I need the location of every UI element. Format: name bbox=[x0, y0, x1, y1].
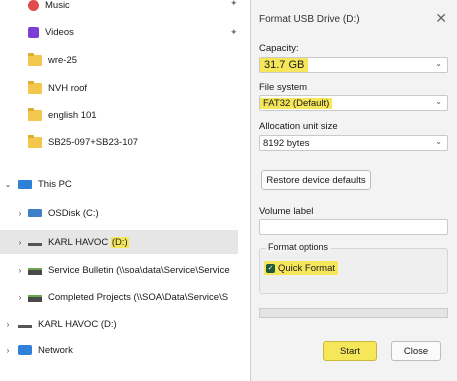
network-drive-icon bbox=[28, 268, 42, 275]
network-icon bbox=[18, 345, 32, 355]
nav-item-label: Music bbox=[45, 0, 70, 11]
explorer-navigation-pane: Music ✦ Videos ✦ wre-25 NVH roof english… bbox=[0, 0, 250, 381]
allocation-unit-select[interactable]: 8192 bytes ⌄ bbox=[259, 135, 448, 151]
capacity-value: 31.7 GB bbox=[260, 58, 309, 72]
close-icon[interactable]: ✕ bbox=[435, 10, 447, 27]
network-drive-icon bbox=[28, 295, 42, 302]
close-button[interactable]: Close bbox=[391, 341, 441, 361]
video-folder-icon bbox=[28, 26, 39, 38]
nav-item-osdisk[interactable]: › OSDisk (C:) bbox=[0, 202, 238, 224]
checkbox-checked-icon: ✓ bbox=[266, 263, 275, 273]
windows-drive-icon bbox=[28, 209, 42, 217]
nav-item-wre-25[interactable]: wre-25 bbox=[0, 49, 238, 71]
chevron-right-icon[interactable]: › bbox=[14, 209, 26, 218]
filesystem-value: FAT32 (Default) bbox=[260, 97, 333, 109]
nav-item-network[interactable]: › Network bbox=[0, 339, 238, 361]
nav-item-music[interactable]: Music ✦ bbox=[0, 0, 238, 16]
format-progress-bar bbox=[259, 308, 448, 318]
quick-format-checkbox[interactable]: ✓ Quick Format bbox=[264, 261, 339, 275]
nav-item-karl-havoc-selected[interactable]: › KARL HAVOC (D:) bbox=[0, 230, 238, 254]
filesystem-label: File system bbox=[259, 82, 308, 93]
nav-item-label: english 101 bbox=[48, 109, 97, 121]
nav-item-completed-projects[interactable]: › Completed Projects (\\SOA\Data\Service… bbox=[0, 286, 238, 308]
format-options-group: Format options ✓ Quick Format bbox=[259, 242, 448, 294]
nav-item-label: Service Bulletin (\\soa\data\Service\Ser… bbox=[48, 264, 230, 276]
nav-item-label: This PC bbox=[38, 178, 72, 190]
nav-item-english-101[interactable]: english 101 bbox=[0, 104, 238, 126]
music-icon bbox=[28, 0, 39, 11]
nav-item-label: NVH roof bbox=[48, 82, 88, 94]
format-options-legend: Format options bbox=[266, 242, 331, 252]
capacity-label: Capacity: bbox=[259, 43, 299, 54]
filesystem-select[interactable]: FAT32 (Default) ⌄ bbox=[259, 95, 448, 111]
chevron-down-icon: ⌄ bbox=[435, 97, 442, 106]
nav-item-label: SB25-097+SB23-107 bbox=[48, 136, 139, 148]
nav-item-label: KARL HAVOC (D:) bbox=[38, 318, 117, 330]
nav-item-label: Videos bbox=[45, 26, 74, 38]
restore-defaults-button[interactable]: Restore device defaults bbox=[261, 170, 371, 190]
nav-item-sb25-097[interactable]: SB25-097+SB23-107 bbox=[0, 131, 238, 153]
chevron-down-icon: ⌄ bbox=[435, 59, 442, 68]
chevron-right-icon[interactable]: › bbox=[14, 266, 26, 275]
computer-icon bbox=[18, 179, 32, 189]
drive-letter-highlight: (D:) bbox=[110, 236, 129, 248]
folder-icon bbox=[28, 52, 42, 66]
usb-drive-icon bbox=[28, 242, 42, 246]
nav-item-label: Completed Projects (\\SOA\Data\Service\S bbox=[48, 291, 229, 303]
quick-format-label: Quick Format bbox=[278, 262, 336, 274]
folder-icon bbox=[28, 80, 42, 94]
dialog-title: Format USB Drive (D:) bbox=[259, 14, 360, 25]
allocation-unit-label: Allocation unit size bbox=[259, 121, 338, 132]
nav-item-videos[interactable]: Videos ✦ bbox=[0, 21, 238, 43]
folder-icon bbox=[28, 107, 42, 121]
chevron-right-icon[interactable]: › bbox=[2, 346, 14, 355]
nav-item-label: OSDisk (C:) bbox=[48, 207, 99, 219]
chevron-right-icon[interactable]: › bbox=[14, 238, 26, 247]
chevron-down-icon: ⌄ bbox=[435, 137, 442, 146]
usb-drive-icon bbox=[18, 324, 32, 328]
nav-item-label: KARL HAVOC bbox=[48, 236, 109, 248]
nav-item-karl-havoc[interactable]: › KARL HAVOC (D:) bbox=[0, 313, 238, 335]
nav-item-this-pc[interactable]: ⌄ This PC bbox=[0, 173, 238, 195]
nav-item-label: wre-25 bbox=[48, 54, 78, 66]
pin-icon: ✦ bbox=[230, 0, 238, 8]
allocation-unit-value: 8192 bytes bbox=[263, 137, 310, 149]
nav-item-nvh-roof[interactable]: NVH roof bbox=[0, 77, 238, 99]
nav-item-service-bulletin[interactable]: › Service Bulletin (\\soa\data\Service\S… bbox=[0, 259, 238, 281]
volume-label-label: Volume label bbox=[259, 206, 314, 217]
capacity-select[interactable]: 31.7 GB ⌄ bbox=[259, 57, 448, 73]
nav-item-label: Network bbox=[38, 344, 73, 356]
folder-icon bbox=[28, 134, 42, 148]
start-button[interactable]: Start bbox=[323, 341, 377, 361]
chevron-right-icon[interactable]: › bbox=[14, 293, 26, 302]
pin-icon: ✦ bbox=[230, 27, 238, 37]
chevron-down-icon[interactable]: ⌄ bbox=[2, 180, 14, 189]
volume-label-input[interactable] bbox=[259, 219, 448, 235]
format-dialog: Format USB Drive (D:) ✕ Capacity: 31.7 G… bbox=[250, 0, 457, 381]
chevron-right-icon[interactable]: › bbox=[2, 320, 14, 329]
